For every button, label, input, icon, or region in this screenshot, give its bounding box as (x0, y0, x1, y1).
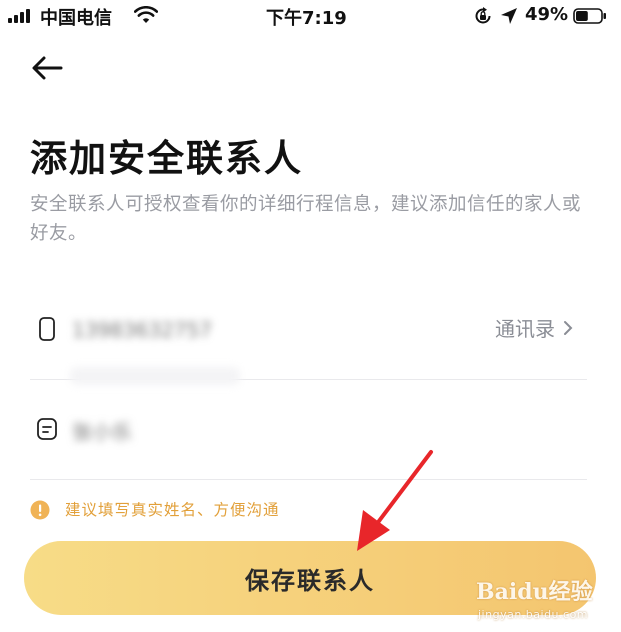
warning-icon (30, 500, 50, 520)
page-title: 添加安全联系人 (30, 137, 303, 180)
battery-icon (573, 8, 606, 24)
rotation-lock-icon (475, 7, 491, 24)
phone-input[interactable] (70, 309, 374, 351)
status-bar: 中国电信 下午7:19 49% (0, 0, 621, 32)
name-card-icon (37, 418, 57, 440)
location-arrow-icon (501, 8, 517, 24)
baidu-watermark: Baidu经验 jingyan.baidu.com (476, 574, 616, 630)
wifi-icon (134, 6, 158, 23)
phone-row: 通讯录 (30, 279, 587, 385)
back-arrow-icon[interactable] (29, 52, 65, 84)
contacts-link[interactable]: 通讯录 (495, 313, 573, 342)
signal-bars-icon (8, 9, 30, 23)
watermark-sub: jingyan.baidu.com (478, 608, 589, 621)
name-row (30, 379, 587, 480)
contacts-link-label: 通讯录 (495, 317, 555, 341)
battery-percent: 49% (525, 4, 569, 25)
phone-icon (39, 317, 55, 341)
tip-text: 建议填写真实姓名、方便沟通 (65, 501, 280, 519)
page-description: 安全联系人可授权查看你的详细行程信息，建议添加信任的家人或好友。 (30, 194, 582, 244)
status-time: 下午7:19 (266, 8, 347, 29)
name-input[interactable] (70, 409, 374, 451)
watermark-brand: Baidu经验 (476, 579, 593, 605)
carrier-name: 中国电信 (40, 8, 112, 29)
chevron-right-icon (564, 321, 573, 335)
